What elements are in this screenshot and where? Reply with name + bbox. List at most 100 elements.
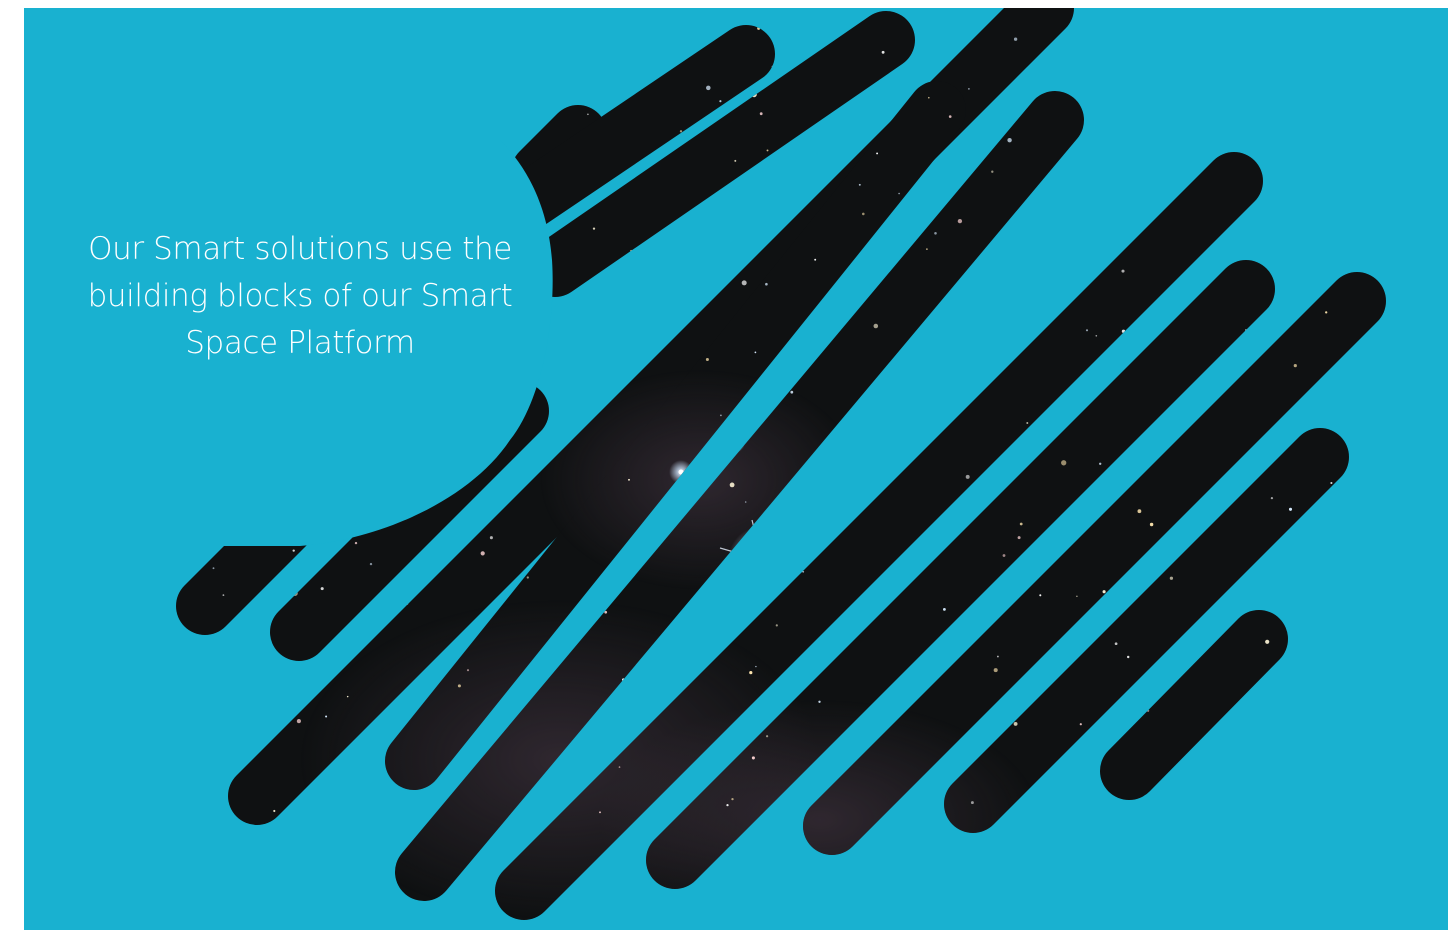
star — [575, 43, 579, 47]
star — [594, 898, 598, 901]
star — [296, 719, 301, 724]
star — [1330, 481, 1333, 485]
star — [502, 20, 504, 23]
star — [188, 699, 192, 703]
star — [898, 192, 900, 195]
star — [1289, 606, 1293, 610]
star — [1091, 206, 1094, 210]
star — [1125, 457, 1130, 462]
star — [736, 245, 739, 248]
star — [328, 843, 332, 846]
star — [323, 827, 326, 831]
star — [818, 700, 821, 703]
star — [1135, 326, 1138, 328]
star — [751, 91, 757, 98]
star — [1333, 567, 1335, 570]
star — [1117, 200, 1122, 206]
star — [719, 100, 722, 103]
star — [526, 576, 529, 579]
star — [1083, 850, 1087, 854]
star — [897, 464, 900, 467]
star — [876, 152, 879, 155]
star — [790, 390, 794, 394]
star — [814, 258, 817, 261]
star — [1072, 174, 1074, 177]
star — [705, 357, 709, 362]
star — [1265, 639, 1270, 644]
tagline: Our Smart solutions use the building blo… — [74, 226, 526, 367]
star — [501, 707, 508, 713]
star — [630, 249, 633, 252]
star — [1061, 460, 1067, 466]
star — [292, 590, 298, 596]
star — [1039, 594, 1042, 597]
star — [967, 87, 970, 90]
star — [382, 735, 386, 738]
star — [354, 541, 358, 545]
star — [292, 549, 295, 552]
star — [984, 271, 988, 275]
star — [1037, 805, 1041, 808]
star — [362, 621, 365, 624]
star — [1126, 655, 1130, 659]
star — [325, 715, 328, 718]
star — [742, 415, 744, 418]
star — [729, 482, 735, 488]
star — [480, 551, 485, 556]
tagline-line-1: Our Smart solutions use the — [88, 231, 512, 267]
star — [1114, 74, 1117, 77]
star — [928, 96, 930, 99]
star — [1158, 193, 1162, 196]
star — [759, 112, 763, 116]
star — [322, 671, 328, 677]
star — [706, 85, 711, 91]
star — [457, 684, 461, 688]
tagline-line-2: building blocks of our Smart — [87, 278, 513, 314]
star — [1076, 595, 1078, 598]
star — [1149, 522, 1154, 527]
star — [1169, 576, 1174, 580]
star — [1242, 871, 1246, 875]
star — [993, 668, 998, 673]
star — [766, 149, 769, 152]
star — [1017, 536, 1021, 540]
star — [198, 726, 202, 729]
star — [926, 248, 928, 250]
star — [741, 280, 747, 286]
star — [1353, 348, 1357, 353]
star — [886, 708, 889, 712]
star — [911, 364, 914, 367]
star — [222, 594, 225, 596]
star — [183, 899, 186, 902]
star — [1371, 46, 1375, 49]
star — [948, 115, 952, 118]
star — [1002, 554, 1006, 557]
star — [1340, 823, 1343, 825]
star — [1106, 718, 1110, 721]
star — [604, 610, 608, 614]
star — [858, 183, 861, 186]
star — [1259, 113, 1262, 116]
star — [1162, 907, 1165, 910]
star — [1121, 329, 1126, 333]
star — [1102, 590, 1106, 594]
star — [794, 832, 798, 836]
star — [206, 766, 210, 770]
star — [592, 227, 596, 230]
star — [550, 444, 552, 446]
star — [212, 567, 215, 570]
star — [300, 846, 306, 852]
star — [753, 721, 757, 725]
star — [362, 797, 365, 801]
star — [1369, 860, 1372, 864]
star — [734, 159, 737, 162]
star — [744, 501, 747, 503]
star — [957, 218, 963, 224]
star — [942, 607, 946, 611]
star — [728, 888, 733, 893]
star — [1048, 306, 1052, 310]
star — [873, 596, 877, 600]
star — [755, 665, 757, 668]
star — [1266, 739, 1269, 742]
star — [599, 811, 601, 814]
